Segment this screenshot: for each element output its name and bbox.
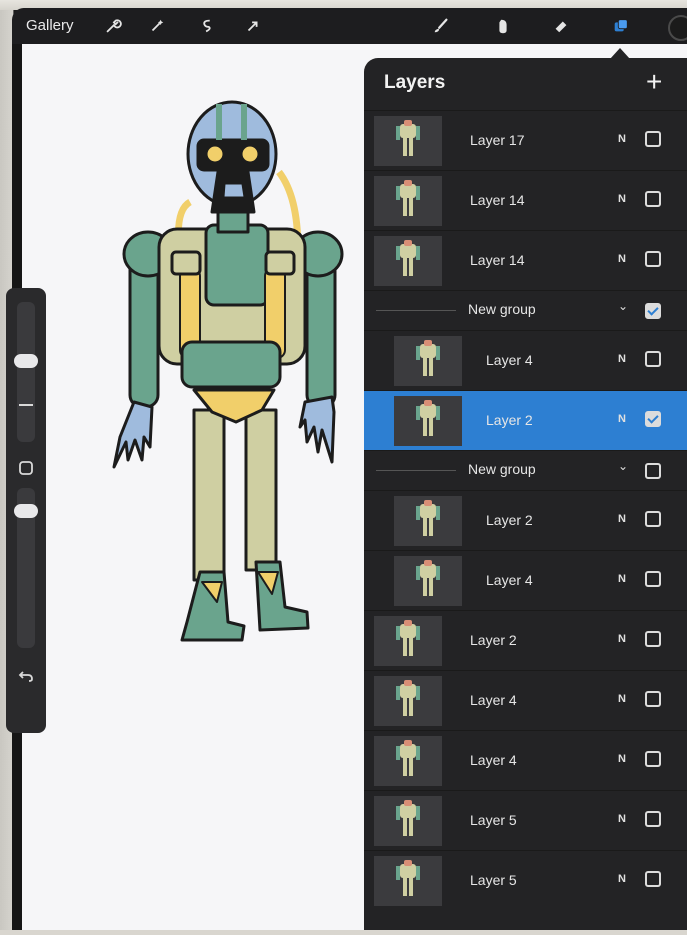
blend-mode-button[interactable]: N bbox=[618, 133, 626, 145]
layer-name: Layer 4 bbox=[470, 692, 517, 708]
brush-size-slider[interactable] bbox=[17, 302, 35, 442]
brush-opacity-knob[interactable] bbox=[14, 504, 38, 518]
layer-row[interactable]: Layer 4 N bbox=[364, 670, 687, 731]
layer-name: Layer 4 bbox=[486, 572, 533, 588]
visibility-checkbox[interactable] bbox=[645, 463, 661, 479]
chevron-down-icon[interactable]: ⌄ bbox=[618, 459, 628, 473]
visibility-checkbox[interactable] bbox=[645, 631, 661, 647]
smudge-icon[interactable] bbox=[490, 14, 516, 38]
layer-row[interactable]: Layer 2 N bbox=[364, 390, 687, 451]
layer-thumbnail bbox=[374, 856, 442, 906]
eraser-icon[interactable] bbox=[548, 14, 574, 38]
left-sidebar bbox=[6, 288, 46, 733]
layers-icon[interactable] bbox=[608, 14, 634, 38]
layer-row[interactable]: Layer 4 N bbox=[364, 550, 687, 611]
visibility-checkbox[interactable] bbox=[645, 131, 661, 147]
visibility-checkbox[interactable] bbox=[645, 511, 661, 527]
layer-row[interactable]: Layer 5 N bbox=[364, 850, 687, 911]
layers-panel: Layers + Layer 17 N Layer 14 N Layer 14 N New … bbox=[364, 58, 687, 930]
layer-group-row[interactable]: New group ⌄ bbox=[364, 290, 687, 331]
layer-group-row[interactable]: New group ⌄ bbox=[364, 450, 687, 491]
blend-mode-button[interactable]: N bbox=[618, 753, 626, 765]
wrench-icon[interactable] bbox=[100, 14, 126, 38]
layer-thumbnail bbox=[374, 176, 442, 226]
layer-name: Layer 17 bbox=[470, 132, 525, 148]
group-divider bbox=[376, 470, 456, 471]
layer-row[interactable]: Layer 4 N bbox=[364, 330, 687, 391]
layer-thumbnail bbox=[394, 396, 462, 446]
visibility-checkbox[interactable] bbox=[645, 303, 661, 319]
brush-icon[interactable] bbox=[428, 14, 454, 38]
undo-icon[interactable] bbox=[16, 666, 36, 686]
layer-name: Layer 4 bbox=[486, 352, 533, 368]
layer-row[interactable]: Layer 5 N bbox=[364, 790, 687, 851]
layer-thumbnail bbox=[394, 556, 462, 606]
visibility-checkbox[interactable] bbox=[645, 351, 661, 367]
blend-mode-button[interactable]: N bbox=[618, 513, 626, 525]
visibility-checkbox[interactable] bbox=[645, 191, 661, 207]
layers-panel-title: Layers bbox=[384, 72, 446, 93]
blend-mode-button[interactable]: N bbox=[618, 193, 626, 205]
layer-thumbnail bbox=[374, 676, 442, 726]
layer-thumbnail bbox=[374, 736, 442, 786]
layer-row[interactable]: Layer 14 N bbox=[364, 230, 687, 291]
layer-thumbnail bbox=[374, 236, 442, 286]
magic-wand-icon[interactable] bbox=[144, 14, 170, 38]
layer-name: Layer 2 bbox=[470, 632, 517, 648]
layer-row[interactable]: Layer 4 N bbox=[364, 730, 687, 791]
layer-thumbnail bbox=[394, 336, 462, 386]
blend-mode-button[interactable]: N bbox=[618, 873, 626, 885]
layer-name: Layer 4 bbox=[470, 752, 517, 768]
modify-button[interactable] bbox=[16, 395, 36, 415]
gallery-button[interactable]: Gallery bbox=[26, 17, 74, 34]
blend-mode-button[interactable]: N bbox=[618, 253, 626, 265]
blend-mode-button[interactable]: N bbox=[618, 633, 626, 645]
layer-row[interactable]: Layer 14 N bbox=[364, 170, 687, 231]
top-toolbar: Gallery bbox=[12, 8, 687, 44]
blend-mode-button[interactable]: N bbox=[618, 413, 626, 425]
layer-name: Layer 5 bbox=[470, 872, 517, 888]
layer-row[interactable]: Layer 17 N bbox=[364, 110, 687, 171]
layer-row[interactable]: Layer 2 N bbox=[364, 610, 687, 671]
add-layer-button[interactable]: + bbox=[646, 68, 662, 96]
selection-icon[interactable] bbox=[194, 14, 220, 38]
visibility-checkbox[interactable] bbox=[645, 691, 661, 707]
layer-name: Layer 2 bbox=[486, 512, 533, 528]
visibility-checkbox[interactable] bbox=[645, 751, 661, 767]
chevron-down-icon[interactable]: ⌄ bbox=[618, 299, 628, 313]
blend-mode-button[interactable]: N bbox=[618, 693, 626, 705]
visibility-checkbox[interactable] bbox=[645, 811, 661, 827]
layer-row[interactable]: Layer 2 N bbox=[364, 490, 687, 551]
layer-thumbnail bbox=[374, 796, 442, 846]
group-name: New group bbox=[468, 301, 536, 317]
group-divider bbox=[376, 310, 456, 311]
eyedropper-square-icon[interactable] bbox=[16, 458, 36, 478]
visibility-checkbox[interactable] bbox=[645, 571, 661, 587]
blend-mode-button[interactable]: N bbox=[618, 573, 626, 585]
layer-thumbnail bbox=[374, 116, 442, 166]
transform-arrow-icon[interactable] bbox=[240, 14, 266, 38]
group-name: New group bbox=[468, 461, 536, 477]
layer-thumbnail bbox=[394, 496, 462, 546]
color-picker-button[interactable] bbox=[668, 15, 687, 41]
layer-name: Layer 2 bbox=[486, 412, 533, 428]
blend-mode-button[interactable]: N bbox=[618, 813, 626, 825]
brush-size-knob[interactable] bbox=[14, 354, 38, 368]
layer-name: Layer 14 bbox=[470, 192, 525, 208]
blend-mode-button[interactable]: N bbox=[618, 353, 626, 365]
layer-name: Layer 14 bbox=[470, 252, 525, 268]
visibility-checkbox[interactable] bbox=[645, 411, 661, 427]
visibility-checkbox[interactable] bbox=[645, 871, 661, 887]
visibility-checkbox[interactable] bbox=[645, 251, 661, 267]
layer-name: Layer 5 bbox=[470, 812, 517, 828]
layer-thumbnail bbox=[374, 616, 442, 666]
